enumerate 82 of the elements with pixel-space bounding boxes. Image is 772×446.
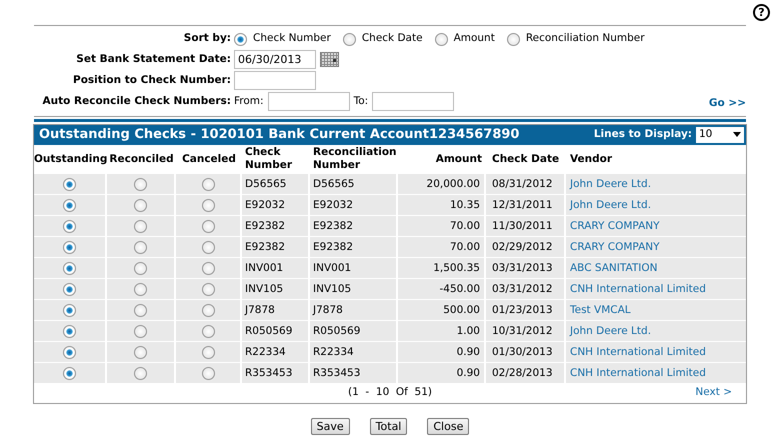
input-field[interactable] bbox=[234, 71, 316, 90]
radio-button[interactable] bbox=[202, 240, 214, 254]
column-header: Vendor bbox=[569, 152, 614, 166]
vendor-link[interactable]: CNH International Limited bbox=[566, 342, 746, 363]
vendor-link[interactable]: CNH International Limited bbox=[566, 362, 746, 384]
input-field[interactable] bbox=[372, 92, 454, 112]
radio-option[interactable]: Amount bbox=[434, 31, 495, 47]
radio-button[interactable] bbox=[63, 366, 76, 380]
radio-option[interactable]: Reconciliation Number bbox=[506, 31, 645, 47]
table-cell: 02/28/2013 bbox=[486, 362, 566, 384]
radio-button[interactable] bbox=[202, 366, 214, 380]
radio-button[interactable] bbox=[202, 304, 214, 317]
field-label: To: bbox=[354, 94, 368, 109]
radio-button[interactable] bbox=[202, 220, 214, 233]
radio-button[interactable] bbox=[63, 324, 76, 338]
field-label: Sort by: bbox=[182, 31, 232, 46]
next-link[interactable]: Next > bbox=[695, 385, 732, 402]
calendar-icon[interactable] bbox=[320, 52, 339, 67]
radio-button[interactable] bbox=[63, 240, 76, 254]
column-header: Canceled bbox=[181, 152, 237, 166]
column-header: Reconciliation Number bbox=[312, 146, 398, 172]
radio-button[interactable] bbox=[506, 32, 520, 46]
radio-button[interactable] bbox=[202, 324, 214, 338]
lines-dropdown[interactable]: 10 bbox=[696, 126, 744, 143]
radio-button[interactable] bbox=[202, 346, 214, 359]
radio-button[interactable] bbox=[63, 198, 76, 212]
table-cell: 0.90 bbox=[398, 362, 486, 384]
field-label: Auto Reconcile Check Numbers: bbox=[42, 94, 232, 109]
radio-button[interactable] bbox=[63, 304, 76, 317]
field-label: Set Bank Statement Date: bbox=[75, 52, 232, 67]
vendor-link[interactable]: John Deere Ltd. bbox=[566, 194, 746, 216]
radio-button[interactable] bbox=[134, 178, 147, 191]
action-button[interactable]: Close bbox=[427, 418, 470, 435]
column-header: Outstanding bbox=[34, 152, 107, 166]
radio-button[interactable] bbox=[434, 32, 448, 46]
vendor-link[interactable]: CNH International Limited bbox=[566, 278, 746, 300]
radio-button[interactable] bbox=[134, 240, 147, 254]
radio-button[interactable] bbox=[134, 198, 147, 212]
radio-button[interactable] bbox=[134, 324, 147, 338]
radio-button[interactable] bbox=[234, 32, 247, 46]
radio-button[interactable] bbox=[134, 346, 147, 359]
column-header: Check Number bbox=[244, 146, 294, 172]
radio-button[interactable] bbox=[342, 32, 356, 46]
vendor-link[interactable]: ABC SANITATION bbox=[566, 258, 746, 279]
caret-icon bbox=[733, 132, 741, 138]
go-link[interactable]: Go >> bbox=[708, 96, 746, 112]
help-icon[interactable]: ? bbox=[753, 4, 770, 21]
table-cell: R353453 bbox=[242, 362, 310, 384]
radio-button[interactable] bbox=[202, 198, 214, 212]
vendor-link[interactable]: CRARY COMPANY bbox=[566, 236, 746, 258]
column-header: Amount bbox=[434, 152, 483, 166]
radio-button[interactable] bbox=[134, 220, 147, 233]
vendor-link[interactable]: John Deere Ltd. bbox=[566, 174, 746, 195]
vendor-link[interactable]: John Deere Ltd. bbox=[566, 320, 746, 342]
field-label: Lines to Display: bbox=[594, 126, 692, 142]
column-header: Check Date bbox=[491, 152, 560, 166]
radio-button[interactable] bbox=[63, 346, 76, 359]
field-label: Position to Check Number: bbox=[72, 72, 232, 88]
radio-button[interactable] bbox=[134, 366, 147, 380]
input-field[interactable] bbox=[268, 92, 350, 112]
radio-button[interactable] bbox=[63, 282, 76, 296]
pagination-text: (1 - 10 Of 51) bbox=[348, 385, 432, 400]
action-button[interactable]: Total bbox=[370, 418, 408, 435]
radio-button[interactable] bbox=[63, 262, 76, 275]
input-field[interactable]: 06/30/2013 bbox=[234, 50, 316, 69]
vendor-link[interactable]: Test VMCAL bbox=[566, 300, 746, 321]
vendor-link[interactable]: CRARY COMPANY bbox=[566, 216, 746, 237]
radio-button[interactable] bbox=[134, 282, 147, 296]
radio-button[interactable] bbox=[202, 262, 214, 275]
table-title: Outstanding Checks - 1020101 Bank Current Account1234567890 bbox=[39, 126, 520, 144]
radio-button[interactable] bbox=[63, 178, 76, 191]
radio-option[interactable]: Check Date bbox=[342, 31, 423, 47]
action-button[interactable]: Save bbox=[310, 418, 350, 435]
radio-option[interactable]: Check Number bbox=[234, 31, 331, 47]
table-cell: R353453 bbox=[310, 362, 398, 384]
column-header: Reconciled bbox=[108, 152, 175, 166]
radio-button[interactable] bbox=[134, 304, 147, 317]
radio-button[interactable] bbox=[63, 220, 76, 233]
radio-button[interactable] bbox=[134, 262, 147, 275]
radio-button[interactable] bbox=[202, 178, 214, 191]
radio-button[interactable] bbox=[202, 282, 214, 296]
field-label: From: bbox=[234, 94, 264, 109]
